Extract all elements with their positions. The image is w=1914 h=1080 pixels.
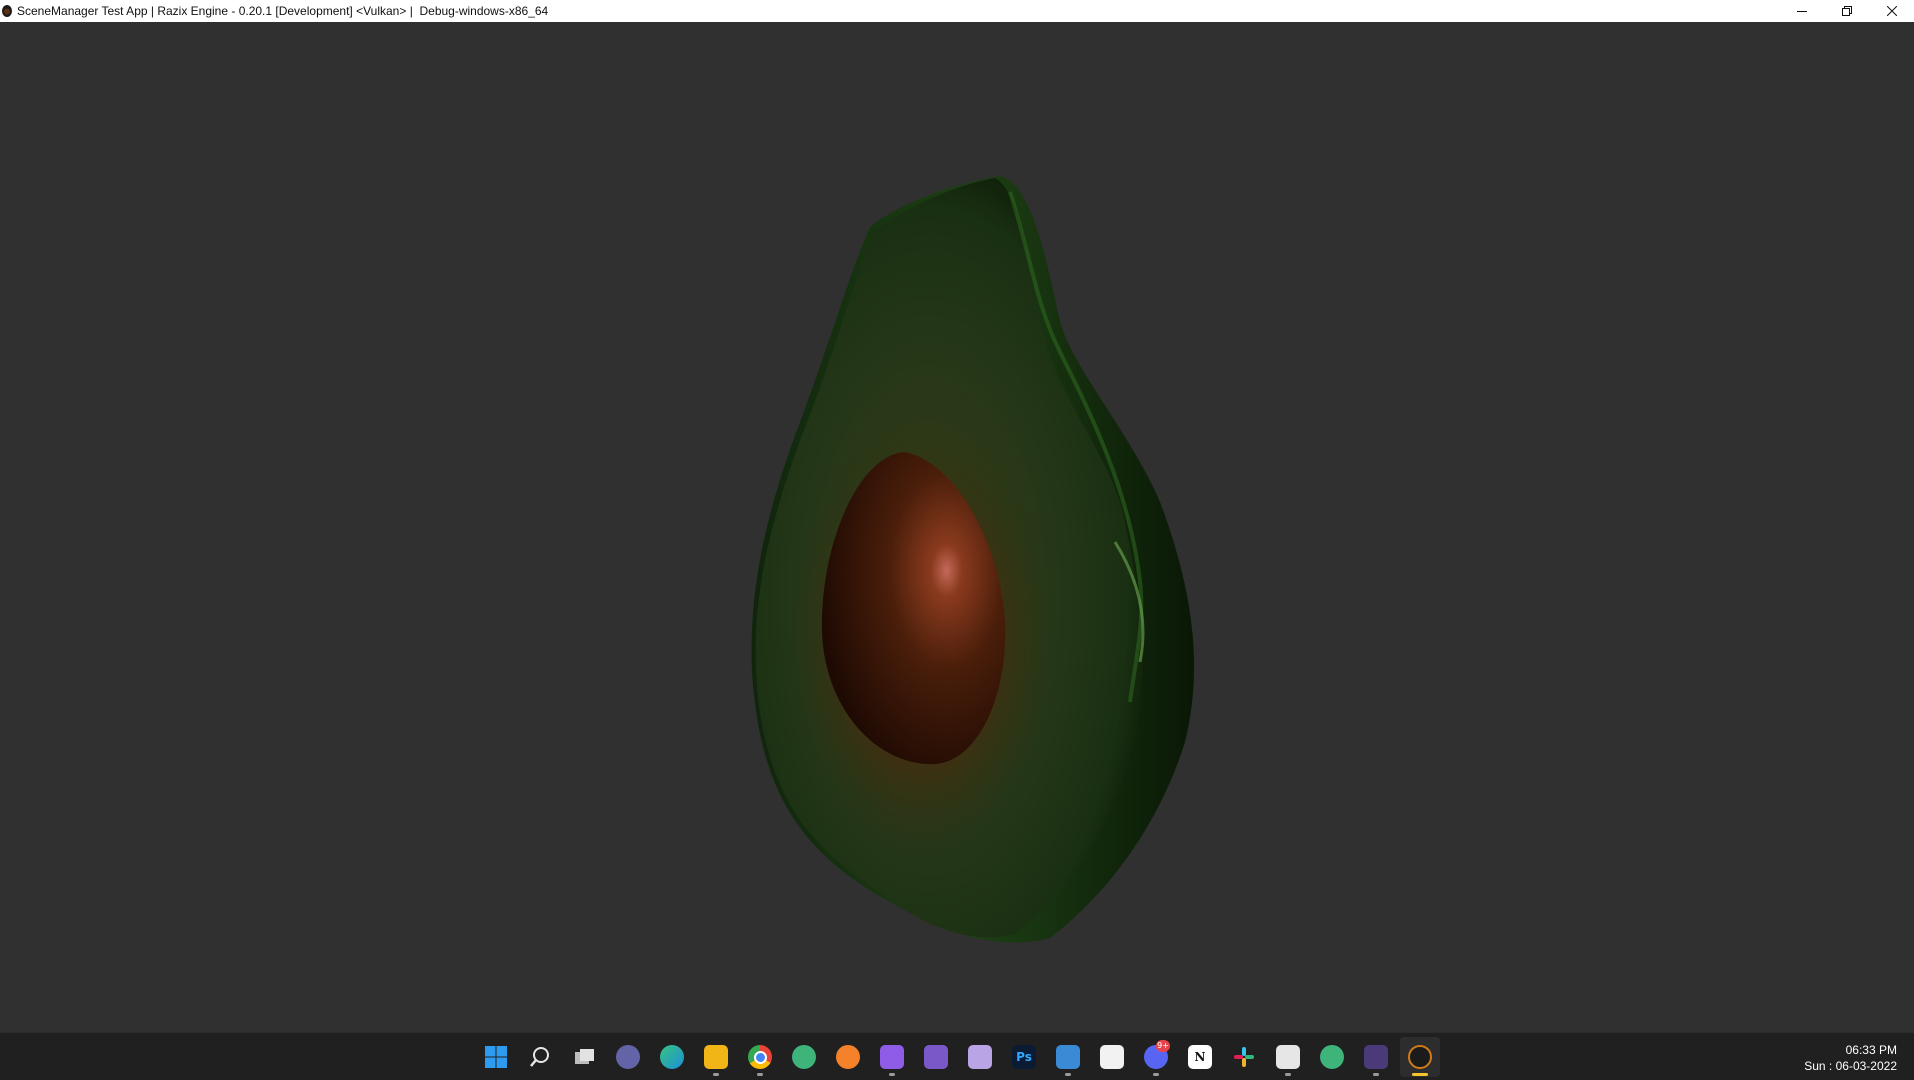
photoshop-glyph: Ps <box>1016 1050 1032 1064</box>
visual-studio-2019-icon <box>924 1045 948 1069</box>
taskbar-blender-button[interactable] <box>828 1037 868 1077</box>
close-button[interactable] <box>1869 0 1914 22</box>
running-app-indicator <box>1153 1073 1159 1076</box>
taskbar-file-explorer-button[interactable] <box>696 1037 736 1077</box>
taskbar-notion-button[interactable]: N <box>1180 1037 1220 1077</box>
running-app-indicator <box>1373 1073 1379 1076</box>
search-icon <box>528 1045 552 1069</box>
running-app-indicator <box>1065 1073 1071 1076</box>
active-app-indicator <box>1412 1073 1428 1076</box>
taskbar-visual-studio-2019-button[interactable] <box>916 1037 956 1077</box>
taskbar-icons: Ps 9+ N <box>476 1037 1444 1077</box>
close-icon <box>1886 6 1897 16</box>
photoshop-icon: Ps <box>1012 1045 1036 1069</box>
visual-studio-icon <box>880 1045 904 1069</box>
clock-date: Sun : 06-03-2022 <box>1804 1059 1897 1073</box>
taskbar-chrome-button[interactable] <box>740 1037 780 1077</box>
minimize-icon <box>1796 11 1807 12</box>
running-app-indicator <box>889 1073 895 1076</box>
taskbar-atom-app-button[interactable] <box>784 1037 824 1077</box>
taskbar-edge-button[interactable] <box>652 1037 692 1077</box>
taskbar-slack-button[interactable] <box>1224 1037 1264 1077</box>
unity-icon <box>1100 1045 1124 1069</box>
visual-studio-preview-icon <box>968 1045 992 1069</box>
restore-button[interactable] <box>1824 0 1869 22</box>
blender-icon <box>836 1045 860 1069</box>
taskbar-discord-button[interactable]: 9+ <box>1136 1037 1176 1077</box>
taskbar: Ps 9+ N 06:33 PM Sun : 06-03-2022 <box>0 1032 1914 1080</box>
windows-start-icon <box>484 1045 508 1069</box>
title-bar: SceneManager Test App | Razix Engine - 0… <box>0 0 1914 22</box>
running-app-indicator <box>757 1073 763 1076</box>
slack-icon <box>1232 1045 1256 1069</box>
taskbar-razix-app-button[interactable] <box>1400 1037 1440 1077</box>
taskbar-atom-app-2-button[interactable] <box>1312 1037 1352 1077</box>
taskbar-start-button[interactable] <box>476 1037 516 1077</box>
restore-icon <box>1841 6 1852 16</box>
taskbar-unity-button[interactable] <box>1092 1037 1132 1077</box>
terminal-icon <box>1364 1045 1388 1069</box>
window-title: SceneManager Test App | Razix Engine - 0… <box>17 4 549 18</box>
razix-app-icon <box>1408 1045 1432 1069</box>
render-viewport[interactable] <box>0 22 1914 1032</box>
avocado-model <box>751 176 1195 943</box>
chrome-icon <box>748 1045 772 1069</box>
taskbar-visual-studio-2022-button[interactable] <box>872 1037 912 1077</box>
system-clock[interactable]: 06:33 PM Sun : 06-03-2022 <box>1804 1042 1897 1074</box>
clock-time: 06:33 PM <box>1845 1043 1897 1057</box>
teams-chat-icon <box>616 1045 640 1069</box>
minimize-button[interactable] <box>1779 0 1824 22</box>
razix-editor-icon <box>1276 1045 1300 1069</box>
file-explorer-icon <box>704 1045 728 1069</box>
notion-icon: N <box>1188 1045 1212 1069</box>
taskbar-search-button[interactable] <box>520 1037 560 1077</box>
notion-glyph: N <box>1194 1050 1206 1064</box>
edge-icon <box>660 1045 684 1069</box>
atom-icon <box>792 1045 816 1069</box>
taskbar-visual-studio-preview-button[interactable] <box>960 1037 1000 1077</box>
taskbar-terminal-button[interactable] <box>1356 1037 1396 1077</box>
notepad-icon <box>1056 1045 1080 1069</box>
taskbar-notepad-button[interactable] <box>1048 1037 1088 1077</box>
taskbar-task-view-button[interactable] <box>564 1037 604 1077</box>
taskbar-photoshop-button[interactable]: Ps <box>1004 1037 1044 1077</box>
running-app-indicator <box>713 1073 719 1076</box>
notification-badge: 9+ <box>1156 1040 1170 1052</box>
taskbar-razix-editor-button[interactable] <box>1268 1037 1308 1077</box>
window-controls <box>1779 0 1914 22</box>
atom-icon <box>1320 1045 1344 1069</box>
task-view-icon <box>572 1045 596 1069</box>
running-app-indicator <box>1285 1073 1291 1076</box>
razix-app-icon <box>2 5 12 17</box>
taskbar-teams-chat-button[interactable] <box>608 1037 648 1077</box>
